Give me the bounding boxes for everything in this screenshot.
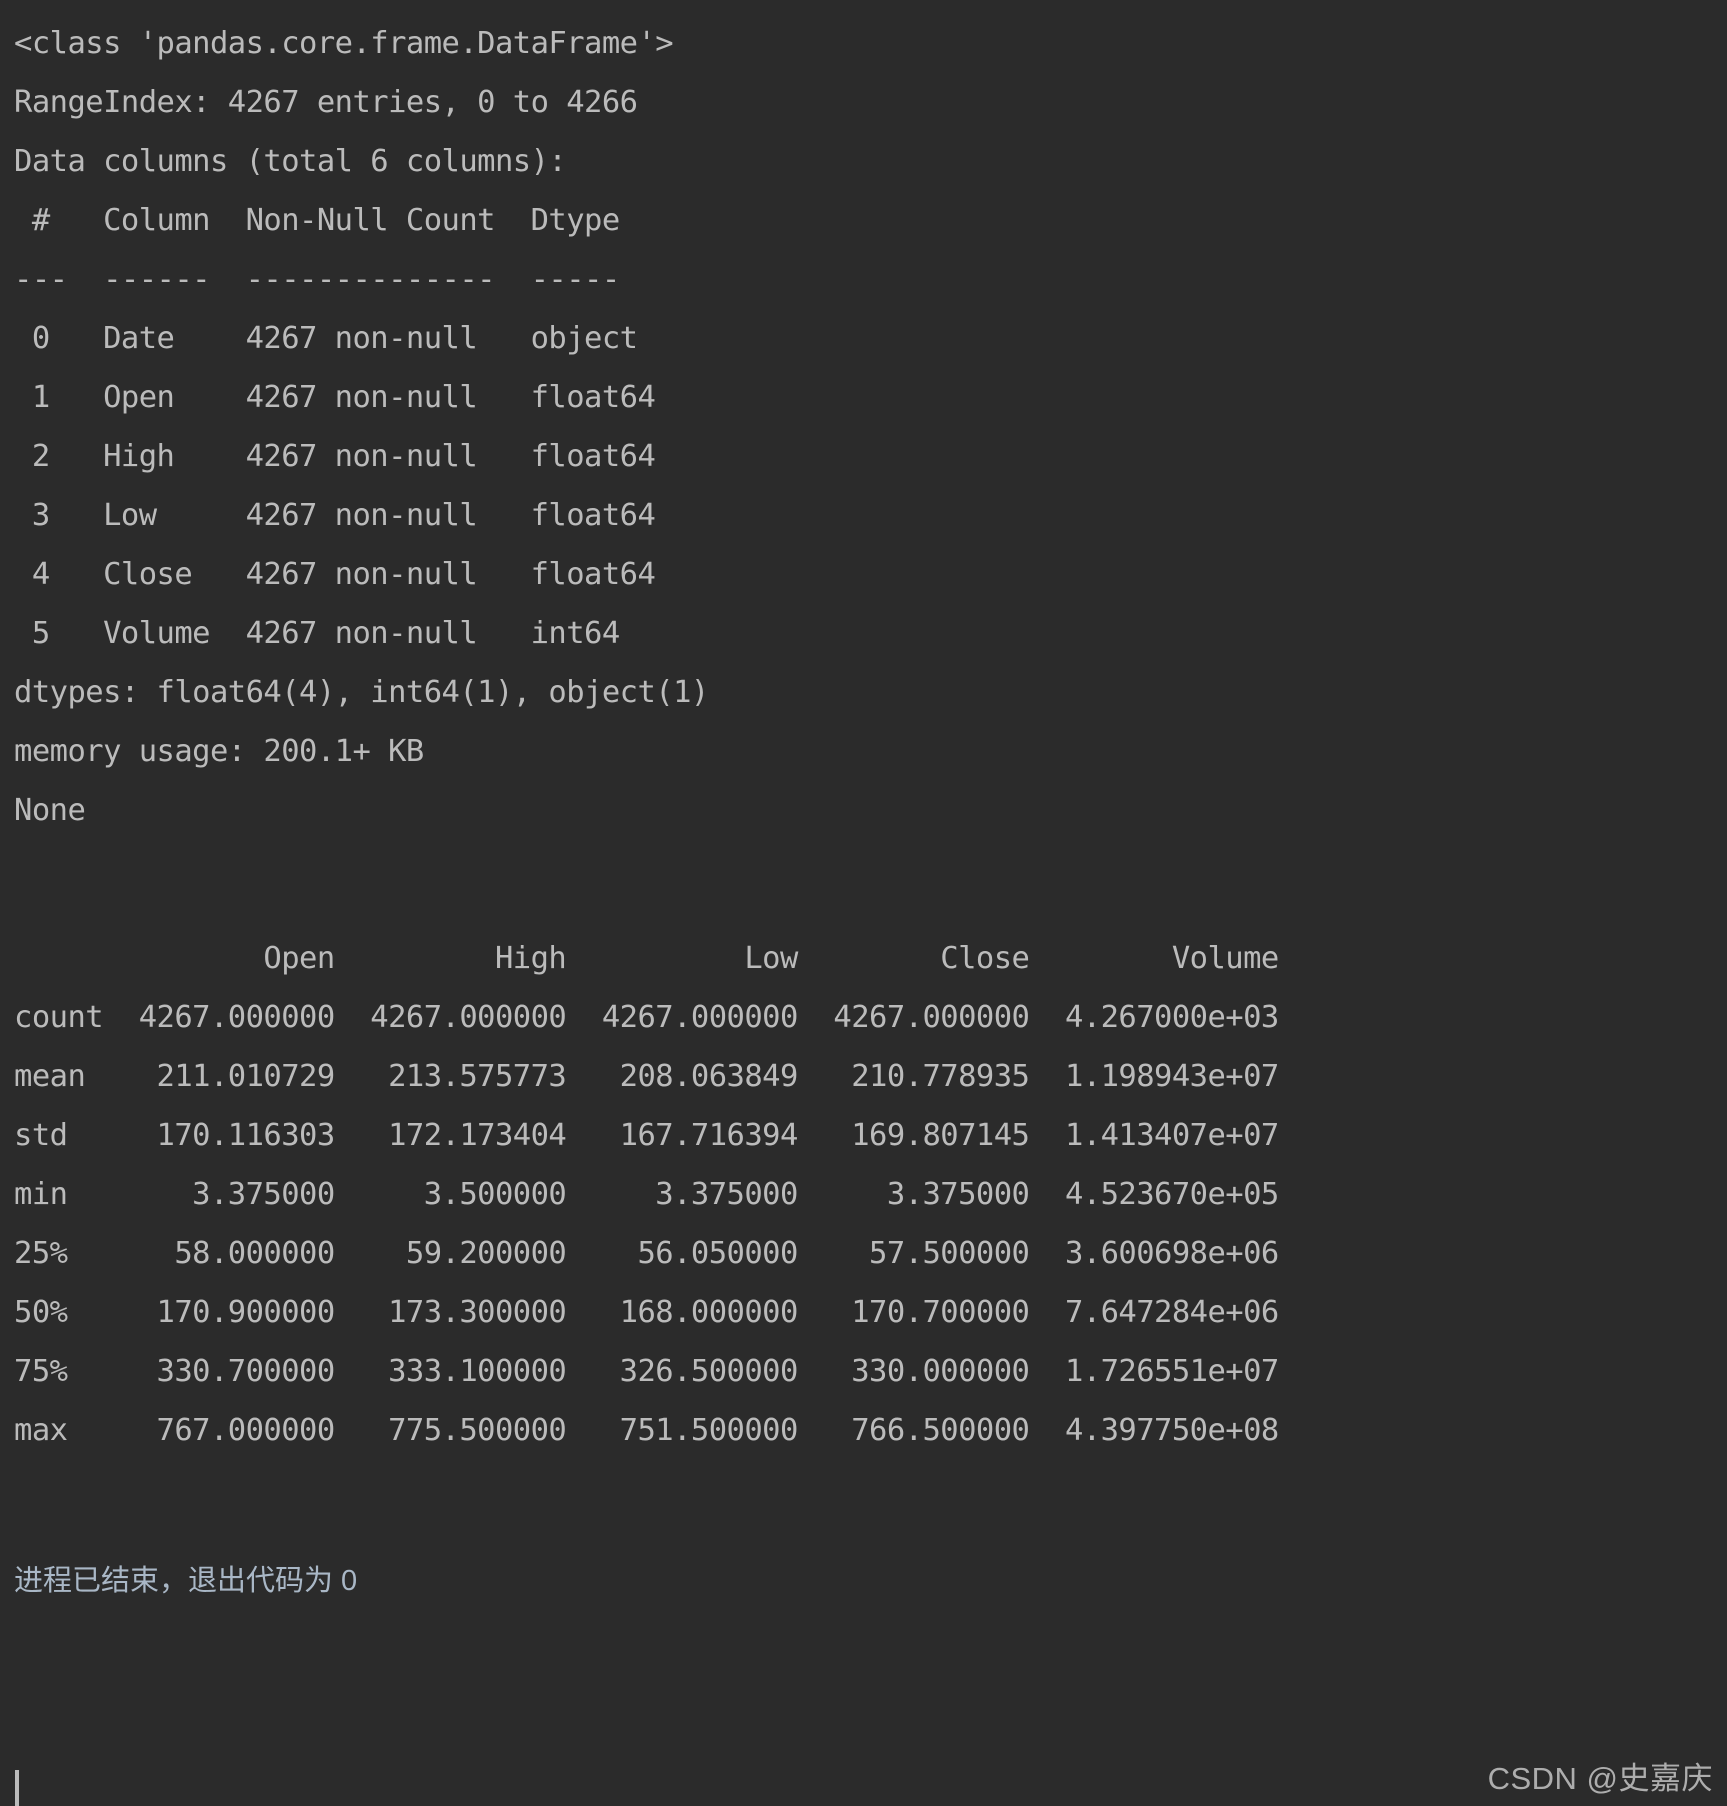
- describe-row-std: std 170.116303 172.173404 167.716394 169…: [14, 1118, 1279, 1153]
- data-columns-line: Data columns (total 6 columns):: [14, 144, 567, 179]
- info-row-volume: 5 Volume 4267 non-null int64: [14, 616, 656, 651]
- dataframe-class-line: <class 'pandas.core.frame.DataFrame'>: [14, 26, 674, 61]
- memory-usage-line: memory usage: 200.1+ KB: [14, 734, 424, 769]
- none-line: None: [14, 793, 86, 828]
- describe-row-max: max 767.000000 775.500000 751.500000 766…: [14, 1413, 1279, 1448]
- blank-separator-line: [14, 840, 1727, 899]
- info-row-close: 4 Close 4267 non-null float64: [14, 557, 656, 592]
- info-table-header: # Column Non-Null Count Dtype: [14, 203, 638, 238]
- csdn-watermark: CSDN @史嘉庆: [1487, 1761, 1713, 1796]
- process-exit-message: 进程已结束，退出代码为 0: [14, 1565, 358, 1597]
- describe-row-count: count 4267.000000 4267.000000 4267.00000…: [14, 1000, 1279, 1035]
- dtypes-line: dtypes: float64(4), int64(1), object(1): [14, 675, 709, 710]
- info-row-high: 2 High 4267 non-null float64: [14, 439, 656, 474]
- describe-row-min: min 3.375000 3.500000 3.375000 3.375000 …: [14, 1177, 1279, 1212]
- range-index-line: RangeIndex: 4267 entries, 0 to 4266: [14, 85, 638, 120]
- describe-row-50pct: 50% 170.900000 173.300000 168.000000 170…: [14, 1295, 1279, 1330]
- blank-separator-line-2: [14, 899, 1727, 929]
- console-output-panel[interactable]: <class 'pandas.core.frame.DataFrame'> Ra…: [0, 0, 1727, 1806]
- describe-table-header: Open High Low Close Volume: [14, 941, 1279, 976]
- console-text-cursor: [15, 1770, 19, 1806]
- describe-row-mean: mean 211.010729 213.575773 208.063849 21…: [14, 1059, 1279, 1094]
- describe-row-75pct: 75% 330.700000 333.100000 326.500000 330…: [14, 1354, 1279, 1389]
- bottom-gap: [14, 1460, 1727, 1556]
- info-row-low: 3 Low 4267 non-null float64: [14, 498, 656, 533]
- info-row-open: 1 Open 4267 non-null float64: [14, 380, 656, 415]
- info-table-separator: --- ------ -------------- -----: [14, 262, 620, 297]
- describe-row-25pct: 25% 58.000000 59.200000 56.050000 57.500…: [14, 1236, 1279, 1271]
- info-row-date: 0 Date 4267 non-null object: [14, 321, 656, 356]
